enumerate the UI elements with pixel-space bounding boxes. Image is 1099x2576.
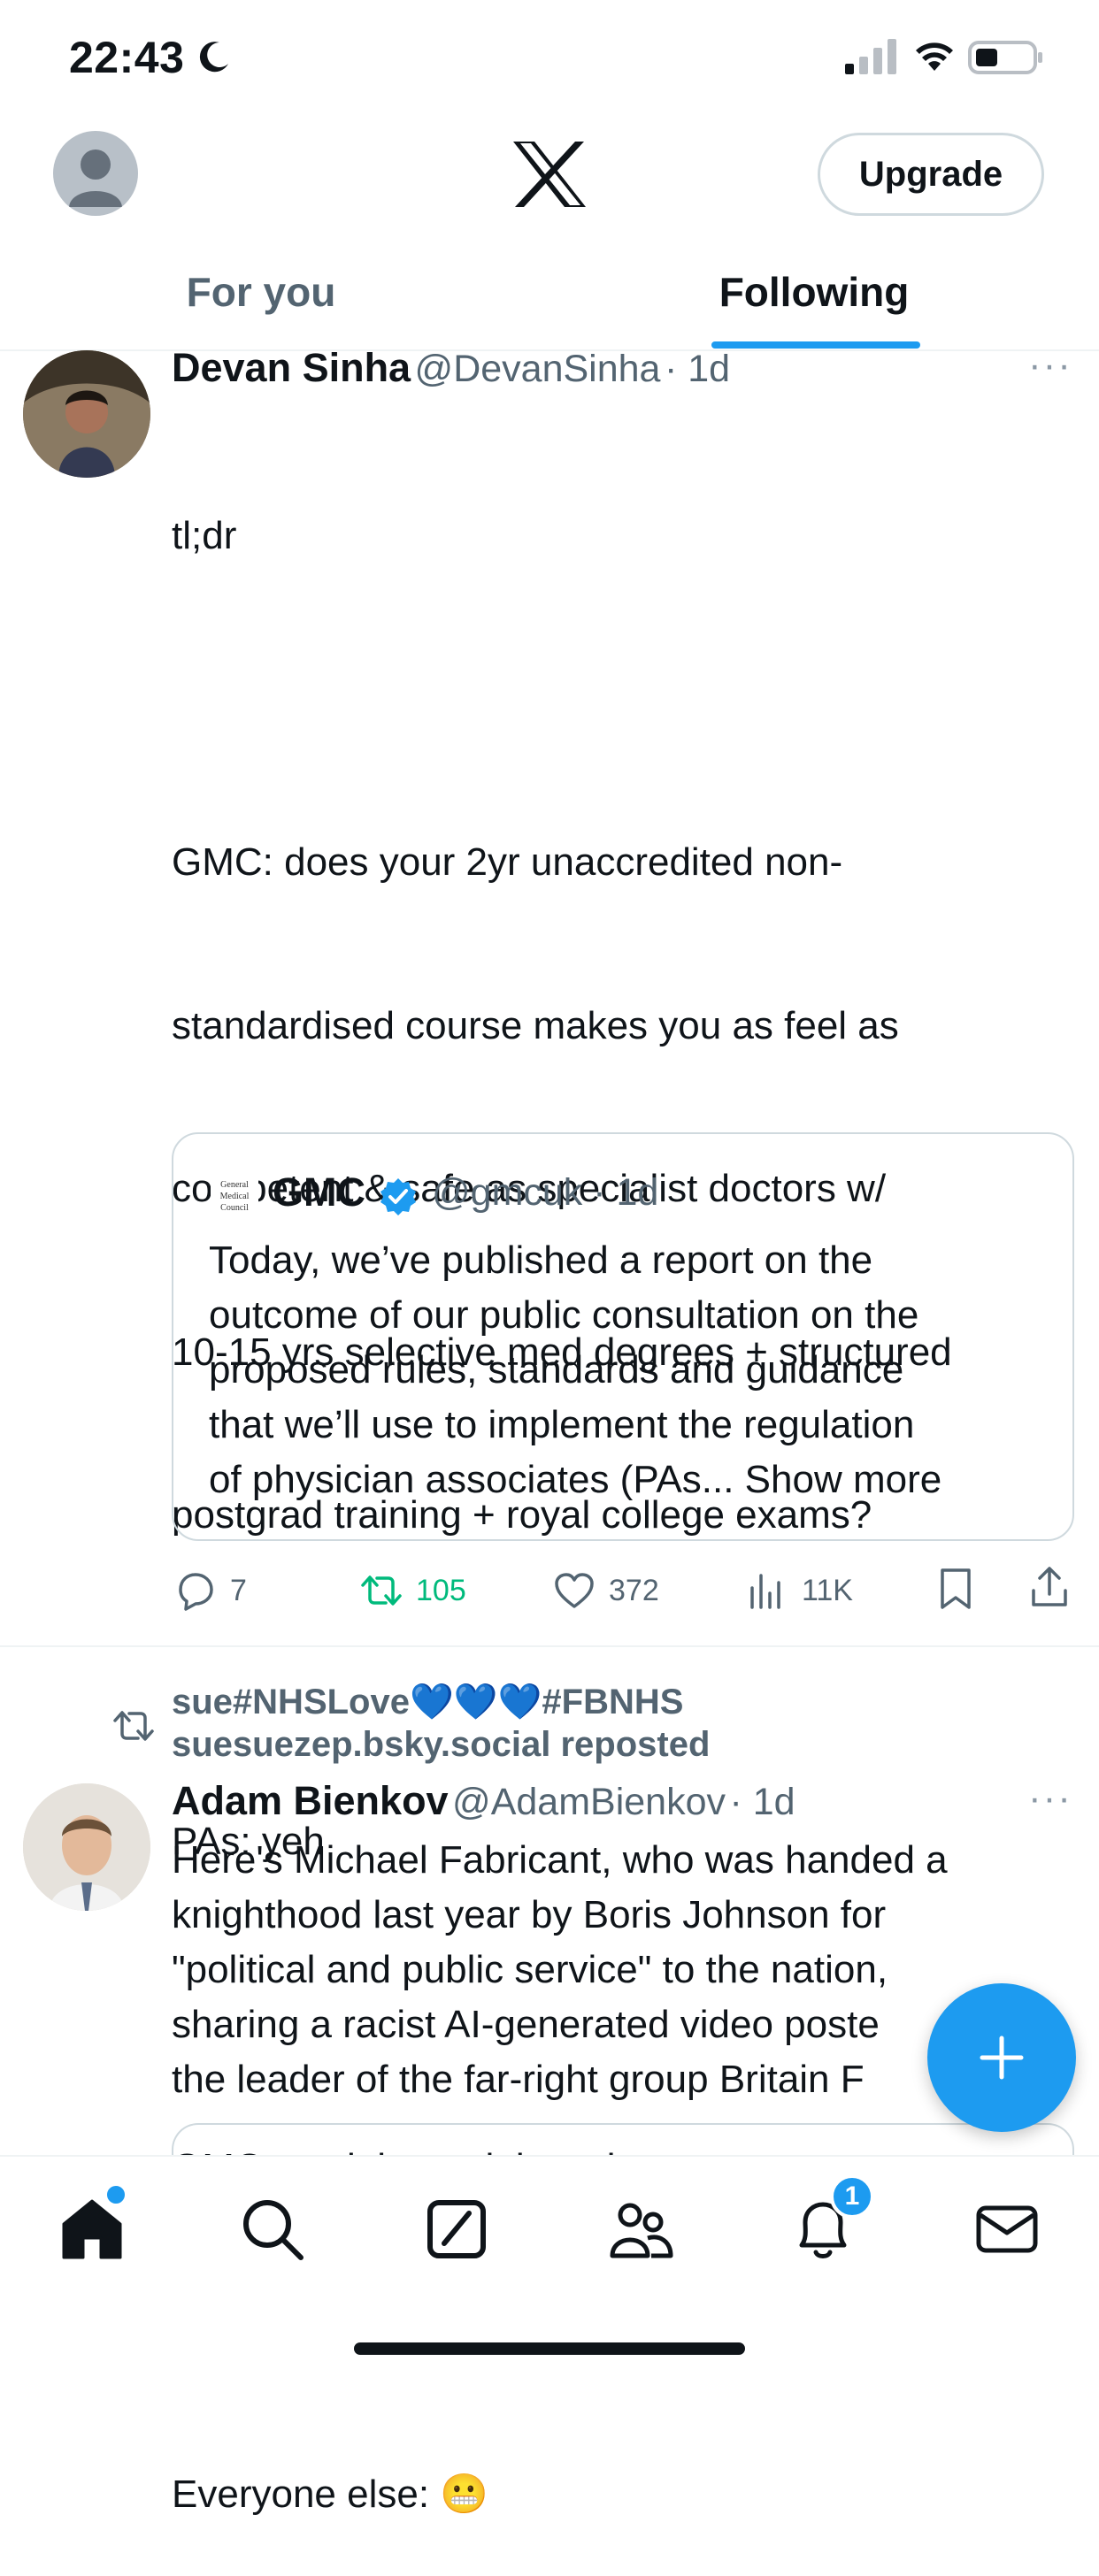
plus-icon (980, 2036, 1024, 2080)
tweet-time: · 1d (664, 348, 731, 390)
quoted-author-name[interactable]: GMC (273, 1169, 365, 1215)
share-icon[interactable] (1026, 1564, 1072, 1610)
quoted-tweet-body: Today, we’ve published a report on the o… (209, 1233, 1058, 1507)
wifi-icon (916, 42, 953, 71)
search-icon[interactable] (237, 2194, 308, 2265)
views-count: 11K (802, 1573, 853, 1607)
tweet-header: Devan Sinha @DevanSinha · 1d (172, 345, 730, 391)
compose-button[interactable] (927, 1983, 1076, 2132)
quote-line: that we’ll use to implement the regulati… (209, 1403, 915, 1446)
repost-icon (113, 1711, 154, 1741)
user-photo (23, 350, 150, 478)
tab-following[interactable]: Following (690, 264, 938, 320)
quote-line: outcome of our public consultation on th… (209, 1293, 919, 1337)
avatar-devan-sinha[interactable] (23, 350, 150, 478)
bookmark-icon[interactable] (933, 1566, 979, 1612)
like-count: 372 (609, 1573, 659, 1607)
tweet-line: tl;dr (172, 514, 237, 557)
user-photo (23, 1783, 150, 1911)
quoted-author-handle[interactable]: @gmcuk · 1d (432, 1171, 658, 1215)
author-handle[interactable]: @DevanSinha (415, 348, 661, 390)
new-posts-dot (104, 2183, 127, 2206)
tweet-line: Here's Michael Fabricant, who was handed… (172, 1838, 948, 1882)
heart-icon (555, 1573, 594, 1608)
reposter-name[interactable]: sue#NHSLove💙💙💙#FBNHS (172, 1681, 683, 1722)
tweet-line: Everyone else: 😬 (172, 2472, 489, 2516)
repost-count: 105 (416, 1573, 466, 1607)
gmc-logo: General Medical Council (211, 1173, 258, 1221)
verified-icon (380, 1178, 416, 1215)
x-logo[interactable] (511, 140, 588, 209)
tweet-line: ​ (172, 672, 1065, 727)
quoted-tweet-card[interactable]: General Medical Council GMC @gmcuk · 1d … (172, 1132, 1074, 1541)
author-handle[interactable]: @AdamBienkov (452, 1781, 726, 1823)
quote-line: Today, we’ve published a report on the (209, 1238, 873, 1282)
views-icon (750, 1574, 780, 1609)
grok-icon[interactable] (421, 2194, 492, 2265)
reply-icon (179, 1573, 213, 1611)
notification-badge: 1 (830, 2174, 874, 2219)
reply-button[interactable]: 7 (173, 1566, 247, 1615)
repost-button[interactable]: 105 (359, 1566, 466, 1615)
communities-icon[interactable] (605, 2194, 676, 2265)
svg-text:Medical: Medical (220, 1192, 250, 1201)
like-button[interactable]: 372 (552, 1566, 659, 1615)
divider (0, 1645, 1099, 1647)
profile-avatar[interactable] (53, 131, 138, 216)
more-options-icon[interactable]: ··· (1028, 1776, 1072, 1821)
more-options-icon[interactable]: ··· (1028, 343, 1072, 387)
active-tab-indicator (711, 341, 920, 349)
tab-for-you[interactable]: For you (142, 264, 380, 320)
views-button[interactable]: 11K (745, 1566, 853, 1615)
author-name[interactable]: Devan Sinha (172, 345, 411, 390)
battery-icon (968, 41, 1042, 74)
moon-icon (199, 42, 228, 73)
repost-icon (361, 1576, 402, 1606)
svg-text:Council: Council (220, 1203, 249, 1213)
reposted-label[interactable]: suesuezep.bsky.social reposted (172, 1725, 710, 1765)
mail-icon[interactable] (972, 2194, 1042, 2265)
quote-line: proposed rules, standards and guidance (209, 1348, 904, 1392)
status-time: 22:43 (69, 33, 185, 82)
tweet-line: standardised course makes you as feel as (172, 1003, 899, 1047)
reply-count: 7 (230, 1573, 247, 1607)
signal-icon (845, 39, 896, 74)
avatar-adam-bienkov[interactable] (23, 1783, 150, 1911)
author-name[interactable]: Adam Bienkov (172, 1778, 449, 1823)
upgrade-button[interactable]: Upgrade (818, 133, 1044, 216)
tweet-line: GMC: does your 2yr unaccredited non- (172, 840, 843, 884)
home-indicator (354, 2342, 745, 2355)
default-user-icon (69, 150, 122, 207)
svg-text:General: General (220, 1180, 249, 1190)
tweet-time: · 1d (729, 1781, 795, 1823)
tweet-header: Adam Bienkov @AdamBienkov · 1d (172, 1778, 795, 1824)
tweet-line: knighthood last year by Boris Johnson fo… (172, 1893, 887, 1936)
quote-line: of physician associates (PAs... Show mor… (209, 1458, 942, 1501)
tweet-line: "political and public service" to the na… (172, 1948, 888, 1991)
